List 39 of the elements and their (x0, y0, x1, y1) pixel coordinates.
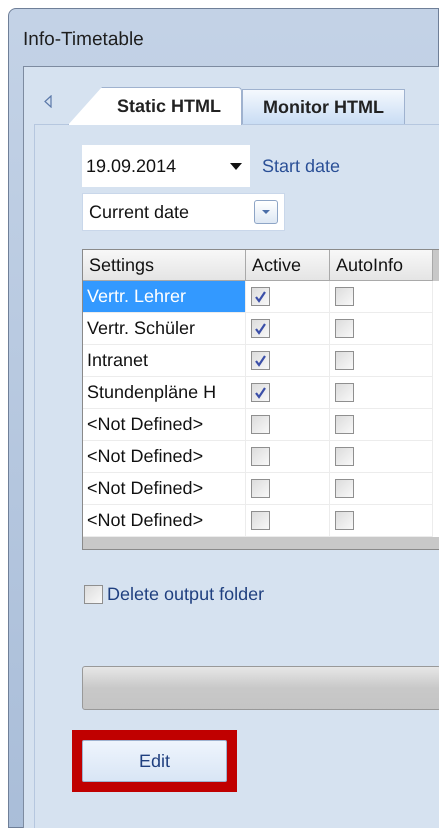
scroll-left-icon[interactable] (44, 95, 52, 108)
checkbox[interactable] (335, 415, 354, 434)
edit-button[interactable]: Edit (82, 740, 227, 782)
table-cell[interactable]: Stundenpläne H (83, 377, 246, 409)
table-cell[interactable]: <Not Defined> (83, 441, 246, 473)
checkbox[interactable] (335, 447, 354, 466)
table-cell[interactable]: <Not Defined> (83, 505, 246, 537)
checkbox[interactable] (251, 479, 270, 498)
caret-icon (262, 210, 270, 214)
table-cell[interactable]: <Not Defined> (83, 409, 246, 441)
checkbox[interactable] (335, 319, 354, 338)
date-mode-dropdown[interactable]: Current date (82, 193, 285, 231)
checkbox[interactable] (335, 511, 354, 530)
checkbox[interactable] (335, 287, 354, 306)
checkbox[interactable] (251, 447, 270, 466)
checkbox[interactable] (251, 351, 270, 370)
window-title: Info-Timetable (23, 28, 144, 52)
checkbox-label: Delete output folder (107, 583, 264, 606)
checkbox[interactable] (251, 383, 270, 402)
checkbox[interactable] (335, 351, 354, 370)
checkbox[interactable] (251, 415, 270, 434)
table-cell[interactable]: <Not Defined> (83, 473, 246, 505)
column-header[interactable]: Settings (83, 250, 246, 281)
checkbox[interactable] (251, 319, 270, 338)
caret-icon (230, 162, 242, 170)
tab[interactable]: Monitor HTML (242, 89, 405, 125)
date-picker[interactable]: 19.09.2014 (82, 145, 250, 187)
checkbox[interactable] (335, 479, 354, 498)
checkbox[interactable] (251, 511, 270, 530)
checkbox[interactable] (251, 287, 270, 306)
field-label: Start date (262, 154, 340, 178)
column-header[interactable]: AutoInfo (330, 250, 433, 281)
table-cell[interactable]: Intranet (83, 345, 246, 377)
tab[interactable]: Static HTML (68, 87, 242, 125)
table-cell[interactable]: Vertr. Schüler (83, 313, 246, 345)
column-header[interactable]: Active (246, 250, 330, 281)
dropdown-button[interactable] (254, 200, 278, 224)
checkbox[interactable] (84, 585, 103, 604)
checkbox[interactable] (335, 383, 354, 402)
